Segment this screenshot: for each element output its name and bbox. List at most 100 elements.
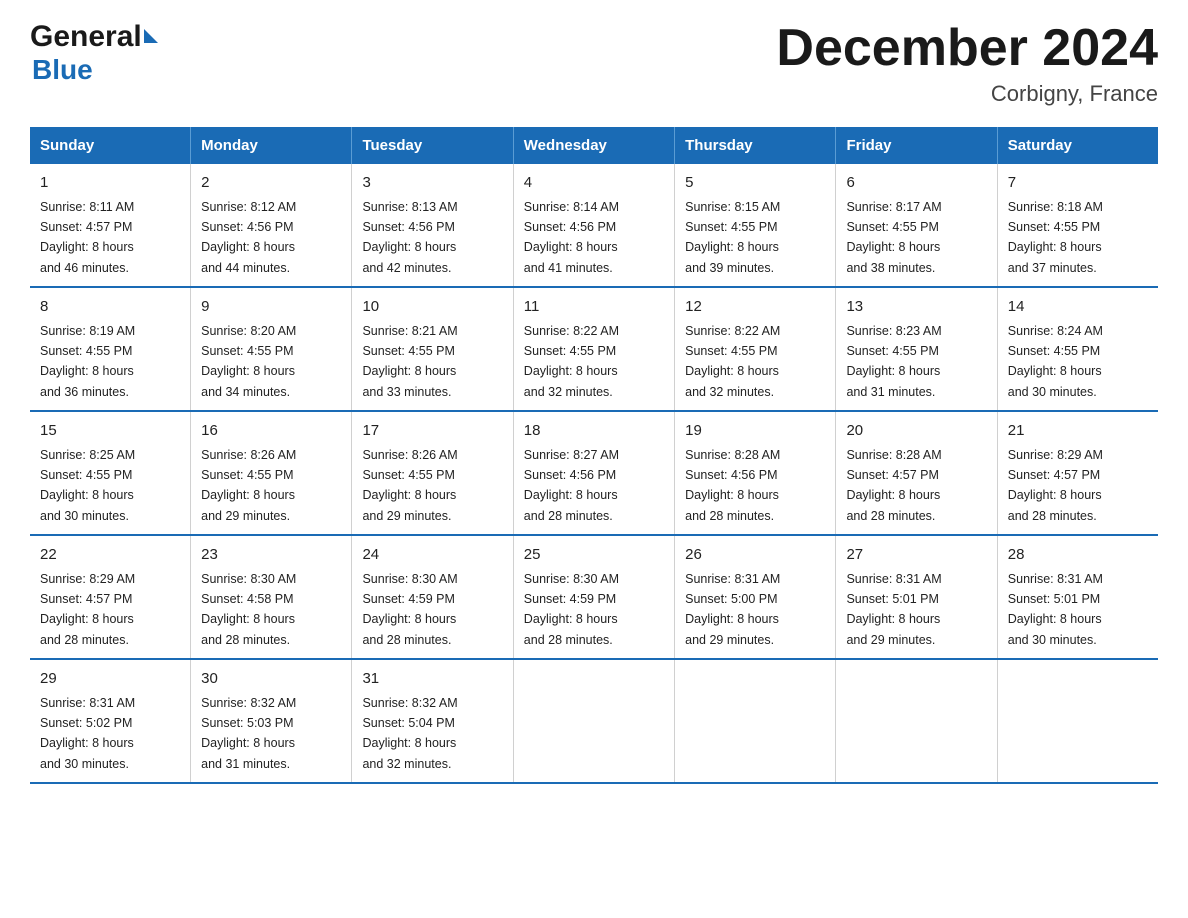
day-info: Sunrise: 8:32 AMSunset: 5:03 PMDaylight:…	[201, 696, 296, 771]
day-info: Sunrise: 8:30 AMSunset: 4:58 PMDaylight:…	[201, 572, 296, 647]
day-info: Sunrise: 8:30 AMSunset: 4:59 PMDaylight:…	[362, 572, 457, 647]
day-info: Sunrise: 8:28 AMSunset: 4:56 PMDaylight:…	[685, 448, 780, 523]
day-info: Sunrise: 8:22 AMSunset: 4:55 PMDaylight:…	[685, 324, 780, 399]
day-number: 6	[846, 172, 986, 195]
day-cell: 15 Sunrise: 8:25 AMSunset: 4:55 PMDaylig…	[30, 411, 191, 535]
day-info: Sunrise: 8:31 AMSunset: 5:01 PMDaylight:…	[846, 572, 941, 647]
day-number: 10	[362, 296, 502, 319]
day-cell: 16 Sunrise: 8:26 AMSunset: 4:55 PMDaylig…	[191, 411, 352, 535]
day-number: 16	[201, 420, 341, 443]
day-cell: 6 Sunrise: 8:17 AMSunset: 4:55 PMDayligh…	[836, 164, 997, 287]
day-cell: 14 Sunrise: 8:24 AMSunset: 4:55 PMDaylig…	[997, 287, 1158, 411]
day-number: 28	[1008, 544, 1148, 567]
location: Corbigny, France	[776, 81, 1158, 107]
day-info: Sunrise: 8:18 AMSunset: 4:55 PMDaylight:…	[1008, 200, 1103, 275]
day-number: 20	[846, 420, 986, 443]
title-section: December 2024 Corbigny, France	[776, 20, 1158, 107]
day-cell: 22 Sunrise: 8:29 AMSunset: 4:57 PMDaylig…	[30, 535, 191, 659]
day-cell: 12 Sunrise: 8:22 AMSunset: 4:55 PMDaylig…	[675, 287, 836, 411]
day-cell: 21 Sunrise: 8:29 AMSunset: 4:57 PMDaylig…	[997, 411, 1158, 535]
day-cell: 23 Sunrise: 8:30 AMSunset: 4:58 PMDaylig…	[191, 535, 352, 659]
day-info: Sunrise: 8:13 AMSunset: 4:56 PMDaylight:…	[362, 200, 457, 275]
day-number: 7	[1008, 172, 1148, 195]
day-number: 22	[40, 544, 180, 567]
day-number: 29	[40, 668, 180, 691]
day-info: Sunrise: 8:31 AMSunset: 5:00 PMDaylight:…	[685, 572, 780, 647]
day-cell	[836, 659, 997, 783]
calendar-header-row: SundayMondayTuesdayWednesdayThursdayFrid…	[30, 127, 1158, 164]
day-info: Sunrise: 8:23 AMSunset: 4:55 PMDaylight:…	[846, 324, 941, 399]
day-info: Sunrise: 8:20 AMSunset: 4:55 PMDaylight:…	[201, 324, 296, 399]
day-info: Sunrise: 8:11 AMSunset: 4:57 PMDaylight:…	[40, 200, 134, 275]
day-info: Sunrise: 8:29 AMSunset: 4:57 PMDaylight:…	[1008, 448, 1103, 523]
day-cell: 10 Sunrise: 8:21 AMSunset: 4:55 PMDaylig…	[352, 287, 513, 411]
day-info: Sunrise: 8:22 AMSunset: 4:55 PMDaylight:…	[524, 324, 619, 399]
logo-triangle-icon	[144, 29, 158, 43]
day-info: Sunrise: 8:28 AMSunset: 4:57 PMDaylight:…	[846, 448, 941, 523]
day-cell: 8 Sunrise: 8:19 AMSunset: 4:55 PMDayligh…	[30, 287, 191, 411]
day-number: 2	[201, 172, 341, 195]
day-cell	[513, 659, 674, 783]
page-header: General Blue December 2024 Corbigny, Fra…	[30, 20, 1158, 107]
day-info: Sunrise: 8:19 AMSunset: 4:55 PMDaylight:…	[40, 324, 135, 399]
day-cell: 27 Sunrise: 8:31 AMSunset: 5:01 PMDaylig…	[836, 535, 997, 659]
day-cell: 11 Sunrise: 8:22 AMSunset: 4:55 PMDaylig…	[513, 287, 674, 411]
header-tuesday: Tuesday	[352, 127, 513, 164]
logo-general: General	[30, 20, 142, 54]
header-sunday: Sunday	[30, 127, 191, 164]
day-cell: 29 Sunrise: 8:31 AMSunset: 5:02 PMDaylig…	[30, 659, 191, 783]
week-row-4: 22 Sunrise: 8:29 AMSunset: 4:57 PMDaylig…	[30, 535, 1158, 659]
day-info: Sunrise: 8:24 AMSunset: 4:55 PMDaylight:…	[1008, 324, 1103, 399]
day-cell	[675, 659, 836, 783]
header-thursday: Thursday	[675, 127, 836, 164]
day-cell: 4 Sunrise: 8:14 AMSunset: 4:56 PMDayligh…	[513, 164, 674, 287]
day-info: Sunrise: 8:32 AMSunset: 5:04 PMDaylight:…	[362, 696, 457, 771]
day-number: 18	[524, 420, 664, 443]
week-row-3: 15 Sunrise: 8:25 AMSunset: 4:55 PMDaylig…	[30, 411, 1158, 535]
day-cell: 17 Sunrise: 8:26 AMSunset: 4:55 PMDaylig…	[352, 411, 513, 535]
day-number: 27	[846, 544, 986, 567]
day-cell: 30 Sunrise: 8:32 AMSunset: 5:03 PMDaylig…	[191, 659, 352, 783]
day-number: 17	[362, 420, 502, 443]
header-saturday: Saturday	[997, 127, 1158, 164]
day-number: 15	[40, 420, 180, 443]
logo: General Blue	[30, 20, 158, 86]
day-cell: 26 Sunrise: 8:31 AMSunset: 5:00 PMDaylig…	[675, 535, 836, 659]
week-row-1: 1 Sunrise: 8:11 AMSunset: 4:57 PMDayligh…	[30, 164, 1158, 287]
week-row-5: 29 Sunrise: 8:31 AMSunset: 5:02 PMDaylig…	[30, 659, 1158, 783]
day-number: 9	[201, 296, 341, 319]
day-number: 12	[685, 296, 825, 319]
day-cell: 9 Sunrise: 8:20 AMSunset: 4:55 PMDayligh…	[191, 287, 352, 411]
day-cell: 18 Sunrise: 8:27 AMSunset: 4:56 PMDaylig…	[513, 411, 674, 535]
day-cell: 1 Sunrise: 8:11 AMSunset: 4:57 PMDayligh…	[30, 164, 191, 287]
header-wednesday: Wednesday	[513, 127, 674, 164]
day-number: 24	[362, 544, 502, 567]
day-cell: 5 Sunrise: 8:15 AMSunset: 4:55 PMDayligh…	[675, 164, 836, 287]
day-cell: 19 Sunrise: 8:28 AMSunset: 4:56 PMDaylig…	[675, 411, 836, 535]
day-number: 11	[524, 296, 664, 319]
day-number: 1	[40, 172, 180, 195]
day-info: Sunrise: 8:12 AMSunset: 4:56 PMDaylight:…	[201, 200, 296, 275]
header-monday: Monday	[191, 127, 352, 164]
day-cell: 31 Sunrise: 8:32 AMSunset: 5:04 PMDaylig…	[352, 659, 513, 783]
day-number: 5	[685, 172, 825, 195]
day-cell: 20 Sunrise: 8:28 AMSunset: 4:57 PMDaylig…	[836, 411, 997, 535]
day-cell: 7 Sunrise: 8:18 AMSunset: 4:55 PMDayligh…	[997, 164, 1158, 287]
day-cell: 28 Sunrise: 8:31 AMSunset: 5:01 PMDaylig…	[997, 535, 1158, 659]
day-number: 19	[685, 420, 825, 443]
header-friday: Friday	[836, 127, 997, 164]
day-number: 25	[524, 544, 664, 567]
day-number: 8	[40, 296, 180, 319]
day-cell: 24 Sunrise: 8:30 AMSunset: 4:59 PMDaylig…	[352, 535, 513, 659]
day-number: 31	[362, 668, 502, 691]
day-number: 26	[685, 544, 825, 567]
week-row-2: 8 Sunrise: 8:19 AMSunset: 4:55 PMDayligh…	[30, 287, 1158, 411]
day-info: Sunrise: 8:31 AMSunset: 5:01 PMDaylight:…	[1008, 572, 1103, 647]
day-info: Sunrise: 8:25 AMSunset: 4:55 PMDaylight:…	[40, 448, 135, 523]
day-info: Sunrise: 8:26 AMSunset: 4:55 PMDaylight:…	[201, 448, 296, 523]
day-number: 3	[362, 172, 502, 195]
day-number: 13	[846, 296, 986, 319]
day-cell: 25 Sunrise: 8:30 AMSunset: 4:59 PMDaylig…	[513, 535, 674, 659]
day-info: Sunrise: 8:26 AMSunset: 4:55 PMDaylight:…	[362, 448, 457, 523]
day-number: 4	[524, 172, 664, 195]
